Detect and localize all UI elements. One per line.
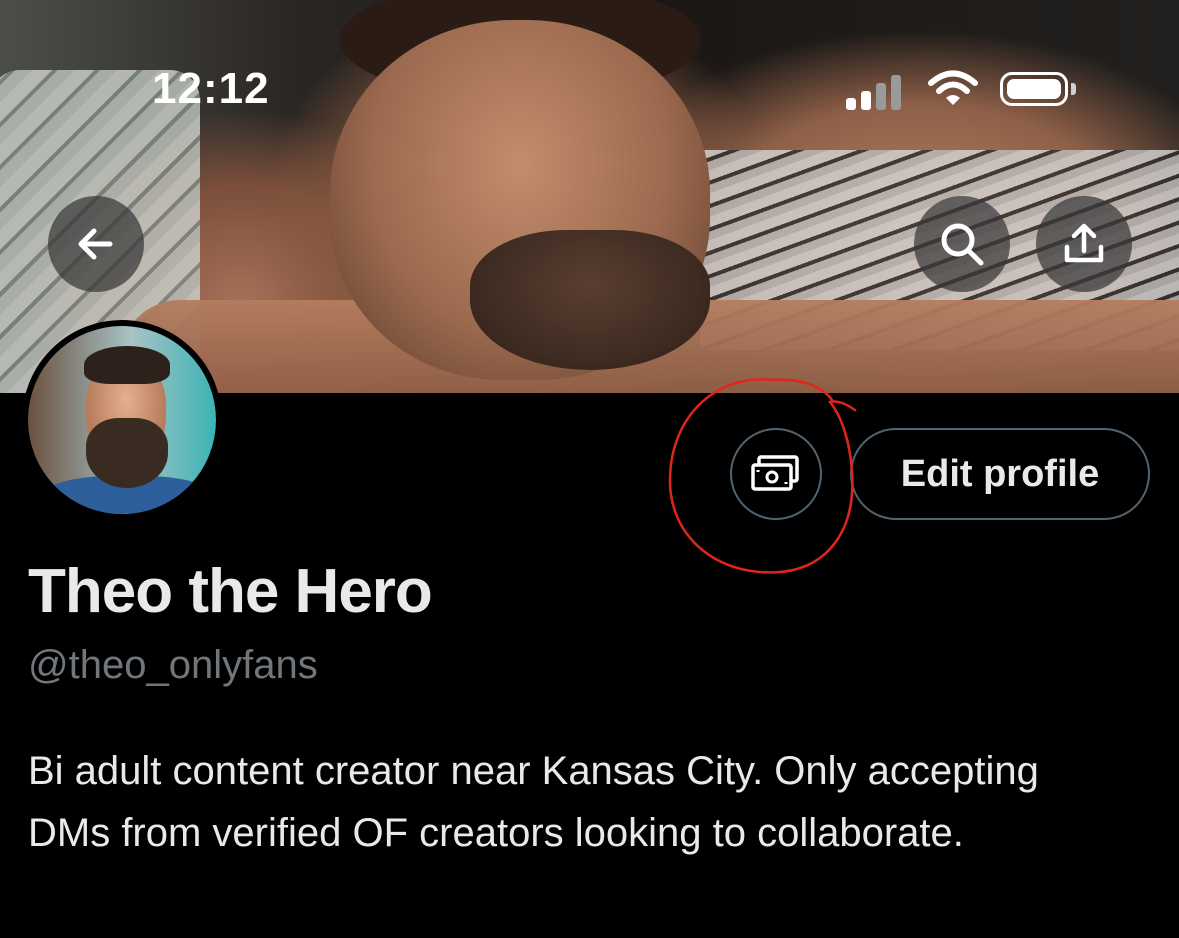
profile-banner[interactable]: [0, 0, 1179, 393]
avatar[interactable]: [22, 320, 222, 520]
profile-bio: Bi adult content creator near Kansas Cit…: [28, 749, 1039, 855]
cellular-signal-icon: [842, 68, 912, 110]
back-button[interactable]: [48, 196, 144, 292]
back-arrow-icon: [78, 228, 113, 260]
banner-beard: [470, 230, 710, 370]
search-icon: [941, 223, 984, 266]
search-button[interactable]: [914, 196, 1010, 292]
tips-button[interactable]: [730, 428, 822, 520]
status-time: 12:12: [152, 64, 270, 113]
share-button[interactable]: [1036, 196, 1132, 292]
edit-profile-button[interactable]: Edit profile: [850, 428, 1150, 520]
profile-name: Theo the Hero: [28, 557, 433, 626]
share-icon: [1064, 223, 1104, 263]
profile-handle: @theo_onlyfans: [28, 643, 318, 687]
wifi-icon: [928, 70, 978, 105]
battery-icon: [1000, 72, 1068, 106]
status-icons: [842, 68, 1082, 110]
money-icon: [751, 455, 799, 491]
